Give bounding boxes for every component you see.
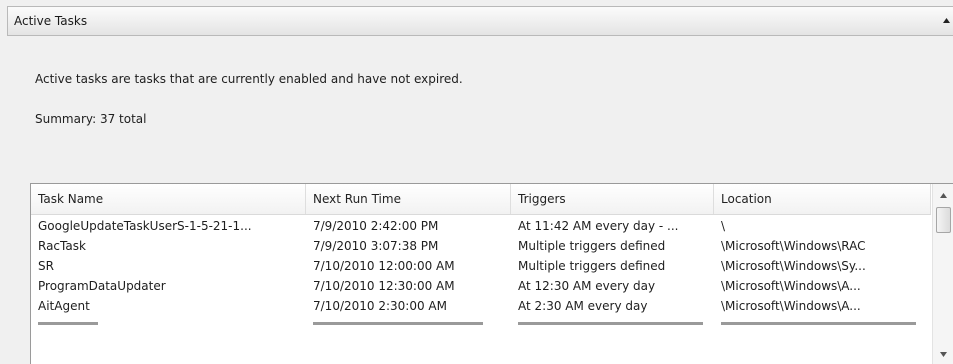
scroll-up-button[interactable] bbox=[933, 188, 953, 203]
table-body: GoogleUpdateTaskUserS-1-5-21-1... 7/9/20… bbox=[31, 216, 931, 336]
clipped-text bbox=[38, 322, 98, 325]
table-row[interactable]: GoogleUpdateTaskUserS-1-5-21-1... 7/9/20… bbox=[31, 216, 931, 236]
cell-location: \Microsoft\Windows\RAC bbox=[721, 239, 866, 253]
cell-task-name: SR bbox=[38, 259, 54, 273]
active-tasks-header[interactable]: Active Tasks bbox=[7, 6, 953, 36]
summary-text: Summary: 37 total bbox=[35, 112, 147, 126]
clipped-text bbox=[518, 322, 703, 325]
cell-task-name: RacTask bbox=[38, 239, 86, 253]
scroll-thumb[interactable] bbox=[936, 207, 951, 233]
active-tasks-table: Task Name Next Run Time Triggers Locatio… bbox=[30, 183, 953, 364]
table-header: Task Name Next Run Time Triggers Locatio… bbox=[31, 184, 931, 215]
collapse-button[interactable] bbox=[942, 16, 951, 25]
cell-location: \Microsoft\Windows\A... bbox=[721, 279, 861, 293]
cell-next-run-time: 7/10/2010 12:30:00 AM bbox=[313, 279, 455, 293]
cell-next-run-time: 7/10/2010 12:00:00 AM bbox=[313, 259, 455, 273]
scroll-down-arrow-icon bbox=[939, 352, 947, 357]
cell-next-run-time: 7/9/2010 3:07:38 PM bbox=[313, 239, 439, 253]
cell-task-name: GoogleUpdateTaskUserS-1-5-21-1... bbox=[38, 219, 252, 233]
table-row-partial[interactable] bbox=[31, 316, 931, 336]
cell-triggers: At 12:30 AM every day bbox=[518, 279, 656, 293]
column-header-triggers[interactable]: Triggers bbox=[511, 184, 714, 214]
cell-triggers: At 2:30 AM every day bbox=[518, 299, 648, 313]
clipped-text bbox=[721, 322, 916, 325]
panel-title: Active Tasks bbox=[14, 14, 88, 28]
scroll-down-button[interactable] bbox=[933, 347, 953, 362]
vertical-scrollbar[interactable] bbox=[932, 184, 953, 364]
cell-location: \ bbox=[721, 219, 726, 233]
column-header-location[interactable]: Location bbox=[714, 184, 931, 214]
cell-next-run-time: 7/10/2010 2:30:00 AM bbox=[313, 299, 447, 313]
table-row[interactable]: ProgramDataUpdater 7/10/2010 12:30:00 AM… bbox=[31, 276, 931, 296]
cell-task-name: ProgramDataUpdater bbox=[38, 279, 166, 293]
table-row[interactable]: RacTask 7/9/2010 3:07:38 PM Multiple tri… bbox=[31, 236, 931, 256]
scroll-up-arrow-icon bbox=[939, 193, 947, 198]
cell-triggers: Multiple triggers defined bbox=[518, 239, 666, 253]
cell-triggers: Multiple triggers defined bbox=[518, 259, 666, 273]
cell-triggers: At 11:42 AM every day - ... bbox=[518, 219, 679, 233]
table-row[interactable]: SR 7/10/2010 12:00:00 AM Multiple trigge… bbox=[31, 256, 931, 276]
cell-task-name: AitAgent bbox=[38, 299, 90, 313]
column-header-task-name[interactable]: Task Name bbox=[31, 184, 306, 214]
cell-location: \Microsoft\Windows\A... bbox=[721, 299, 861, 313]
chevron-up-icon bbox=[943, 18, 950, 23]
clipped-text bbox=[313, 322, 483, 325]
column-header-next-run-time[interactable]: Next Run Time bbox=[306, 184, 511, 214]
table-row[interactable]: AitAgent 7/10/2010 2:30:00 AM At 2:30 AM… bbox=[31, 296, 931, 316]
panel-description: Active tasks are tasks that are currentl… bbox=[35, 72, 463, 86]
cell-next-run-time: 7/9/2010 2:42:00 PM bbox=[313, 219, 439, 233]
cell-location: \Microsoft\Windows\Sy... bbox=[721, 259, 866, 273]
